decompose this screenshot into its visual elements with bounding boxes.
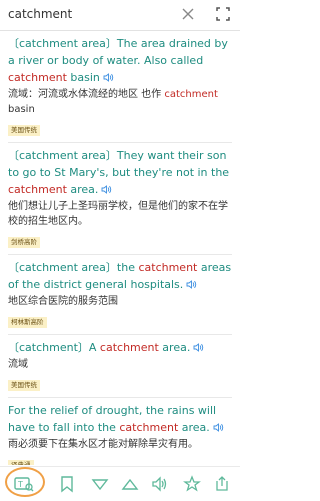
example-entry: For the relief of drought, the rains wil…: [8, 398, 232, 465]
speaker-icon[interactable]: [103, 73, 114, 82]
translation-text: 雨必须要下在集水区才能对解除旱灾有用。: [8, 439, 198, 450]
english-sentence[interactable]: For the relief of drought, the rains wil…: [8, 402, 232, 436]
search-input[interactable]: catchment: [8, 7, 72, 21]
english-sentence[interactable]: 〔catchment area〕They want their son to g…: [8, 147, 232, 198]
keyword-highlight: catchment: [8, 183, 67, 196]
speaker-icon[interactable]: [193, 343, 204, 352]
sentence-text: area.: [178, 421, 210, 434]
chinese-translation: 雨必须要下在集水区才能对解除旱灾有用。: [8, 437, 232, 452]
english-sentence[interactable]: 〔catchment area〕The area drained by a ri…: [8, 35, 232, 86]
chinese-translation: 地区综合医院的服务范围: [8, 294, 232, 309]
keyword-highlight: catchment: [164, 89, 218, 100]
search-bar: catchment: [0, 0, 240, 31]
keyword-highlight: catchment: [138, 261, 198, 274]
audio-icon[interactable]: [151, 475, 169, 493]
example-entry: 〔catchment area〕The area drained by a ri…: [8, 31, 232, 143]
chinese-translation: 流域: [8, 357, 232, 372]
bookmark-icon[interactable]: [58, 475, 76, 493]
sentence-text: basin: [66, 71, 100, 84]
example-entry: 〔catchment〕A catchment area. 流域美国传统: [8, 335, 232, 398]
translation-text: 他们想让儿子上圣玛丽学校，但是他们的家不在学校的招生地区内。: [8, 201, 228, 227]
sentence-text: area.: [158, 341, 191, 354]
sentence-text: 〔catchment area〕They want their son to g…: [8, 149, 230, 179]
speaker-icon[interactable]: [213, 423, 224, 432]
source-badge: 译典通: [8, 460, 34, 465]
share-icon[interactable]: [213, 475, 231, 493]
triangle-up-icon[interactable]: [121, 475, 139, 493]
sentence-text: 〔catchment area〕The area drained by a ri…: [8, 37, 228, 67]
translation-text: basin: [8, 104, 35, 115]
close-icon[interactable]: [180, 6, 196, 22]
source-badge: 美国传统: [8, 380, 40, 391]
example-entry: 〔catchment area〕They want their son to g…: [8, 143, 232, 255]
translation-text: 流域：河流或水体流经的地区 也作: [8, 89, 165, 100]
chinese-translation: 他们想让儿子上圣玛丽学校，但是他们的家不在学校的招生地区内。: [8, 199, 232, 229]
source-badge: 剑桥高阶: [8, 237, 40, 248]
triangle-down-icon[interactable]: [91, 475, 109, 493]
speaker-icon[interactable]: [186, 280, 197, 289]
translate-icon[interactable]: T: [13, 475, 35, 493]
translation-text: 流域: [8, 359, 28, 370]
sentence-text: area.: [66, 183, 99, 196]
speaker-icon[interactable]: [101, 185, 112, 194]
keyword-highlight: catchment: [8, 71, 67, 84]
translation-text: 地区综合医院的服务范围: [8, 296, 118, 307]
keyword-highlight: catchment: [99, 341, 159, 354]
svg-text:T: T: [17, 480, 23, 489]
bottom-toolbar: T: [0, 466, 240, 501]
chinese-translation: 流域：河流或水体流经的地区 也作 catchment basin: [8, 87, 232, 117]
grid-icon[interactable]: [216, 7, 230, 21]
star-icon[interactable]: [183, 475, 201, 493]
english-sentence[interactable]: 〔catchment area〕the catchment areas of t…: [8, 259, 232, 293]
sentence-text: 〔catchment〕A: [8, 341, 100, 354]
english-sentence[interactable]: 〔catchment〕A catchment area.: [8, 339, 232, 356]
example-sentences-list: 〔catchment area〕The area drained by a ri…: [0, 31, 240, 465]
keyword-highlight: catchment: [119, 421, 179, 434]
source-badge: 美国传统: [8, 125, 40, 136]
example-entry: 〔catchment area〕the catchment areas of t…: [8, 255, 232, 335]
sentence-text: 〔catchment area〕the: [8, 261, 139, 274]
source-badge: 柯林斯高阶: [8, 317, 47, 328]
